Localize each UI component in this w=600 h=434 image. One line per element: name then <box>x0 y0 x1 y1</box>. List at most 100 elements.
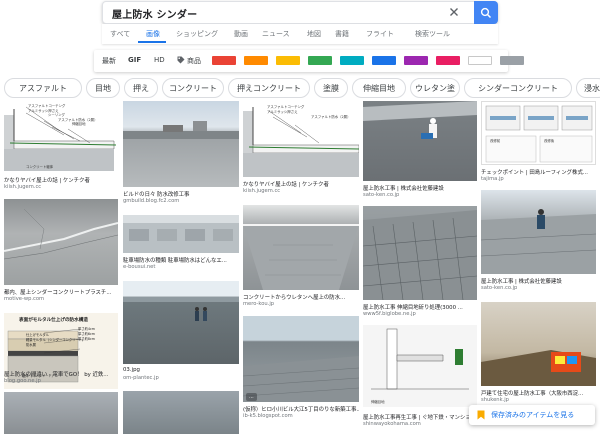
chip[interactable]: 伸縮目地 <box>352 78 406 98</box>
chip[interactable]: シンダーコンクリート <box>464 78 572 98</box>
result-image[interactable]: 伸縮目地 <box>363 325 477 407</box>
result-caption[interactable]: 戸建て住宅の屋上防水工事（大阪市西淀... <box>481 389 596 397</box>
result-image[interactable]: アスファルトコーテング アルミサッシ押さえ シーリング アスファルト防水（2層）… <box>4 101 118 173</box>
result-caption[interactable]: (仮称）ヒロ小川ビル大江5丁目のりな新築工事... <box>243 405 359 413</box>
chip[interactable]: 塗膜 <box>314 78 348 98</box>
result-image[interactable] <box>363 101 477 181</box>
result-caption[interactable]: チェックポイント | 田島ルーフィング株式... <box>481 168 596 176</box>
saved-items-label[interactable]: 保存済みのアイテムを見る <box>491 410 574 420</box>
result-1[interactable]: アスファルトコーテング アルミサッシ押さえ シーリング アスファルト防水（2層）… <box>4 101 118 194</box>
chip[interactable]: 押えコンクリート <box>228 78 310 98</box>
wall-section-diagram <box>371 328 469 390</box>
urethane-roof-photo <box>243 224 359 290</box>
result-caption[interactable]: 屋上防水工事 伸縮目地斫り処理(3000 ... <box>363 303 477 311</box>
result-caption[interactable]: 屋上防水の間違い - 電車でGO！ by 近鉄... <box>4 370 118 378</box>
result-2[interactable]: ビルドの日々 防水改修工事 gmbuild.blog.fc2.com <box>123 101 239 210</box>
result-image[interactable]: アスファルトコーテング アルミサッシ押さえ アスファルト防水（2層） <box>243 101 359 177</box>
result-caption[interactable]: 屋上防水工事 | 株式会社佐藤建設 <box>363 184 477 192</box>
result-image[interactable] <box>123 215 239 253</box>
result-14[interactable]: 伸縮目地 屋上防水工事再生工事 | ぐ地下鉄・マンショ... shinwayok… <box>363 325 477 430</box>
result-caption[interactable]: ビルドの日々 防水改修工事 <box>123 190 239 198</box>
color-swatch[interactable]: #fbbc04 <box>276 56 300 65</box>
result-caption[interactable]: 屋上防水工事再生工事 | ぐ地下鉄・マンショ... <box>363 413 477 421</box>
result-image[interactable] <box>123 391 239 434</box>
result-8[interactable]: 都内、屋上シンダーコンクリートプラスチ... motive-wp.com <box>4 199 118 307</box>
result-image[interactable] <box>4 392 118 434</box>
tag-icon <box>177 56 185 64</box>
result-10[interactable]: 屋上防水工事 | 株式会社佐藤建設 sato-ken.co.jp <box>481 190 596 296</box>
result-source: shukenk.jp <box>481 397 509 403</box>
result-image[interactable] <box>481 302 596 386</box>
filter-hd[interactable]: HD <box>154 56 165 64</box>
result-caption[interactable]: コンクリートからウレタンへ屋上の防水... <box>243 293 359 301</box>
result-caption[interactable]: かなりヤバイ屋上の話 | ケンチク者 <box>243 180 359 188</box>
color-swatch[interactable]: #34a853 <box>308 56 332 65</box>
result-image[interactable] <box>481 190 596 274</box>
color-swatch[interactable]: #9c27b0 <box>404 56 428 65</box>
color-swatch[interactable]: #ffffff <box>468 56 492 65</box>
color-swatch[interactable]: #ea4335 <box>212 56 236 65</box>
search-box[interactable]: 屋上防水 シンダー <box>102 1 498 24</box>
result-6[interactable]: 駐車場防水の種類 駐車場防水はどんなエ... e-bousui.net <box>123 215 239 275</box>
tab-books[interactable]: 書籍 <box>335 29 349 39</box>
filter-latest[interactable]: 最新 <box>102 56 116 66</box>
result-source: motive-wp.com <box>4 296 45 302</box>
filter-products[interactable]: 商品 <box>187 56 201 66</box>
result-caption[interactable]: 都内、屋上シンダーコンクリートプラスチ... <box>4 288 118 296</box>
result-source: www5f.biglobe.ne.jp <box>363 311 416 317</box>
result-13[interactable]: ... (仮称）ヒロ小川ビル大江5丁目のりな新築工事... ib-k5.blog… <box>243 316 359 424</box>
result-caption[interactable]: 駐車場防水の種類 駐車場防水はどんなエ... <box>123 256 239 264</box>
color-swatch[interactable]: #1a73e8 <box>372 56 396 65</box>
diagram-label: アスファルト防水（2層） <box>311 115 351 119</box>
result-source: ib-k5.blogspot.com <box>243 413 293 419</box>
result-source: kiish.jugem.cc <box>243 188 281 194</box>
result-7[interactable]: コンクリートからウレタンへ屋上の防水... mero-kou.jp <box>243 205 359 311</box>
result-caption[interactable]: 屋上防水工事 | 株式会社佐藤建設 <box>481 277 596 285</box>
result-3[interactable]: アスファルトコーテング アルミサッシ押さえ アスファルト防水（2層） かなりヤバ… <box>243 101 359 199</box>
result-image[interactable]: ... <box>243 316 359 402</box>
result-source: gmbuild.blog.fc2.com <box>123 198 180 204</box>
close-icon[interactable] <box>447 5 461 19</box>
diagram-label: コンクリート躯体 <box>26 165 54 169</box>
result-source: shinwayokohama.com <box>363 421 421 427</box>
chip[interactable]: アスファルト <box>4 78 82 98</box>
tab-search-tools[interactable]: 検索ツール <box>415 29 450 39</box>
tab-maps[interactable]: 地図 <box>307 29 321 39</box>
filter-gif[interactable]: GIF <box>128 56 141 64</box>
result-image[interactable] <box>123 101 239 187</box>
tab-shopping[interactable]: ショッピング <box>176 29 218 39</box>
tajima-diagram <box>485 105 593 163</box>
parking-waterproof-photo <box>123 215 239 241</box>
result-image[interactable]: 改修前 改修後 <box>481 101 596 165</box>
result-4[interactable]: 屋上防水工事 | 株式会社佐藤建設 sato-ken.co.jp <box>363 101 477 201</box>
result-extra-col2[interactable] <box>123 391 239 434</box>
saved-items-toast[interactable]: 保存済みのアイテムを見る <box>469 405 595 425</box>
color-swatch[interactable]: #9aa0a6 <box>500 56 524 65</box>
result-image[interactable] <box>363 206 477 300</box>
result-image[interactable] <box>123 281 239 364</box>
chip[interactable]: 押え <box>124 78 158 98</box>
result-image[interactable] <box>4 199 118 285</box>
result-image[interactable] <box>243 205 359 290</box>
chip[interactable]: コンクリート <box>162 78 224 98</box>
tab-videos[interactable]: 動画 <box>234 29 248 39</box>
tab-all[interactable]: すべて <box>110 29 130 39</box>
color-swatch[interactable]: #00acc1 <box>340 56 364 65</box>
result-5[interactable]: 改修前 改修後 チェックポイント | 田島ルーフィング株式... tajima.… <box>481 101 596 184</box>
tab-flights[interactable]: フライト <box>366 29 394 39</box>
result-11[interactable]: 03.jpg om-plantec.jp <box>123 281 239 386</box>
result-extra-col1[interactable] <box>4 392 118 434</box>
color-swatch[interactable]: #e91e63 <box>436 56 460 65</box>
tab-images[interactable]: 画像 <box>146 29 160 39</box>
color-swatch[interactable]: #ff8a00 <box>244 56 268 65</box>
worker-roof-photo <box>363 101 477 139</box>
result-9[interactable]: 屋上防水工事 伸縮目地斫り処理(3000 ... www5f.biglobe.n… <box>363 206 477 320</box>
chip[interactable]: 目地 <box>86 78 120 98</box>
chip[interactable]: 浸水 <box>576 78 600 98</box>
result-caption[interactable]: 03.jpg <box>123 367 239 373</box>
chip[interactable]: ウレタン塗 <box>410 78 460 98</box>
search-query[interactable]: 屋上防水 シンダー <box>112 6 197 21</box>
search-button[interactable] <box>474 1 498 24</box>
result-caption[interactable]: かなりヤバイ屋上の話 | ケンチク者 <box>4 176 118 184</box>
tab-news[interactable]: ニュース <box>262 29 290 39</box>
